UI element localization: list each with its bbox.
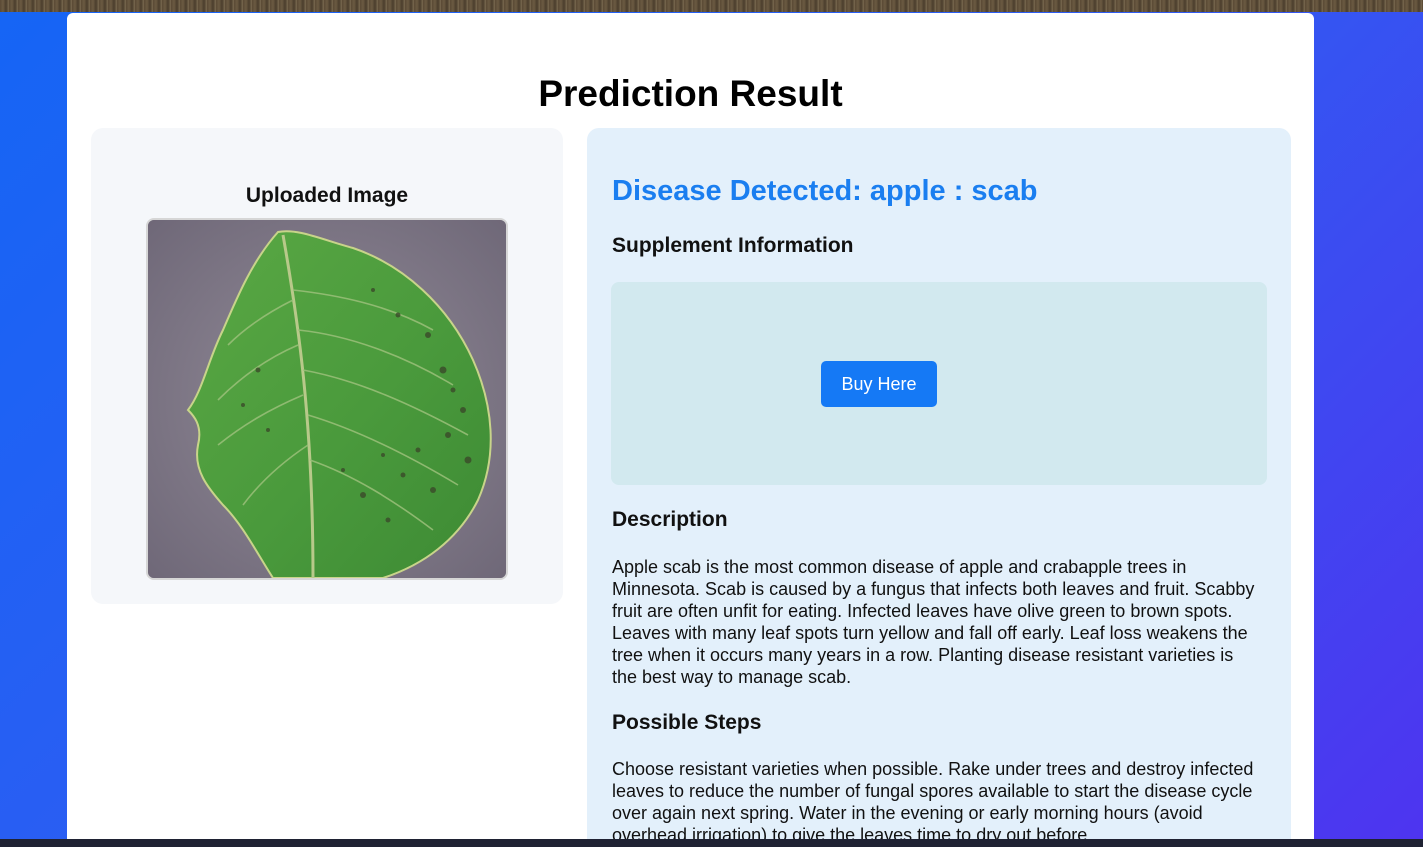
supplement-info-title: Supplement Information: [612, 234, 854, 257]
uploaded-image-panel: Uploaded Image: [91, 128, 563, 604]
browser-top-strip: [0, 0, 1423, 12]
description-title: Description: [612, 508, 728, 531]
prediction-details-panel: Disease Detected: apple : scab Supplemen…: [587, 128, 1291, 839]
buy-here-button[interactable]: Buy Here: [821, 361, 937, 407]
possible-steps-title: Possible Steps: [612, 711, 762, 734]
leaf-image: [148, 220, 506, 578]
page-title: Prediction Result: [538, 73, 843, 114]
uploaded-image-title: Uploaded Image: [245, 184, 409, 207]
uploaded-leaf-image: [146, 218, 508, 580]
supplement-box: Buy Here: [611, 282, 1267, 485]
taskbar-strip: [0, 839, 1423, 847]
description-text: Apple scab is the most common disease of…: [612, 557, 1255, 687]
disease-detected-heading: Disease Detected: apple : scab: [612, 175, 1038, 207]
possible-steps-text: Choose resistant varieties when possible…: [612, 759, 1254, 839]
result-card: Prediction Result Uploaded Image Disease…: [67, 13, 1314, 839]
